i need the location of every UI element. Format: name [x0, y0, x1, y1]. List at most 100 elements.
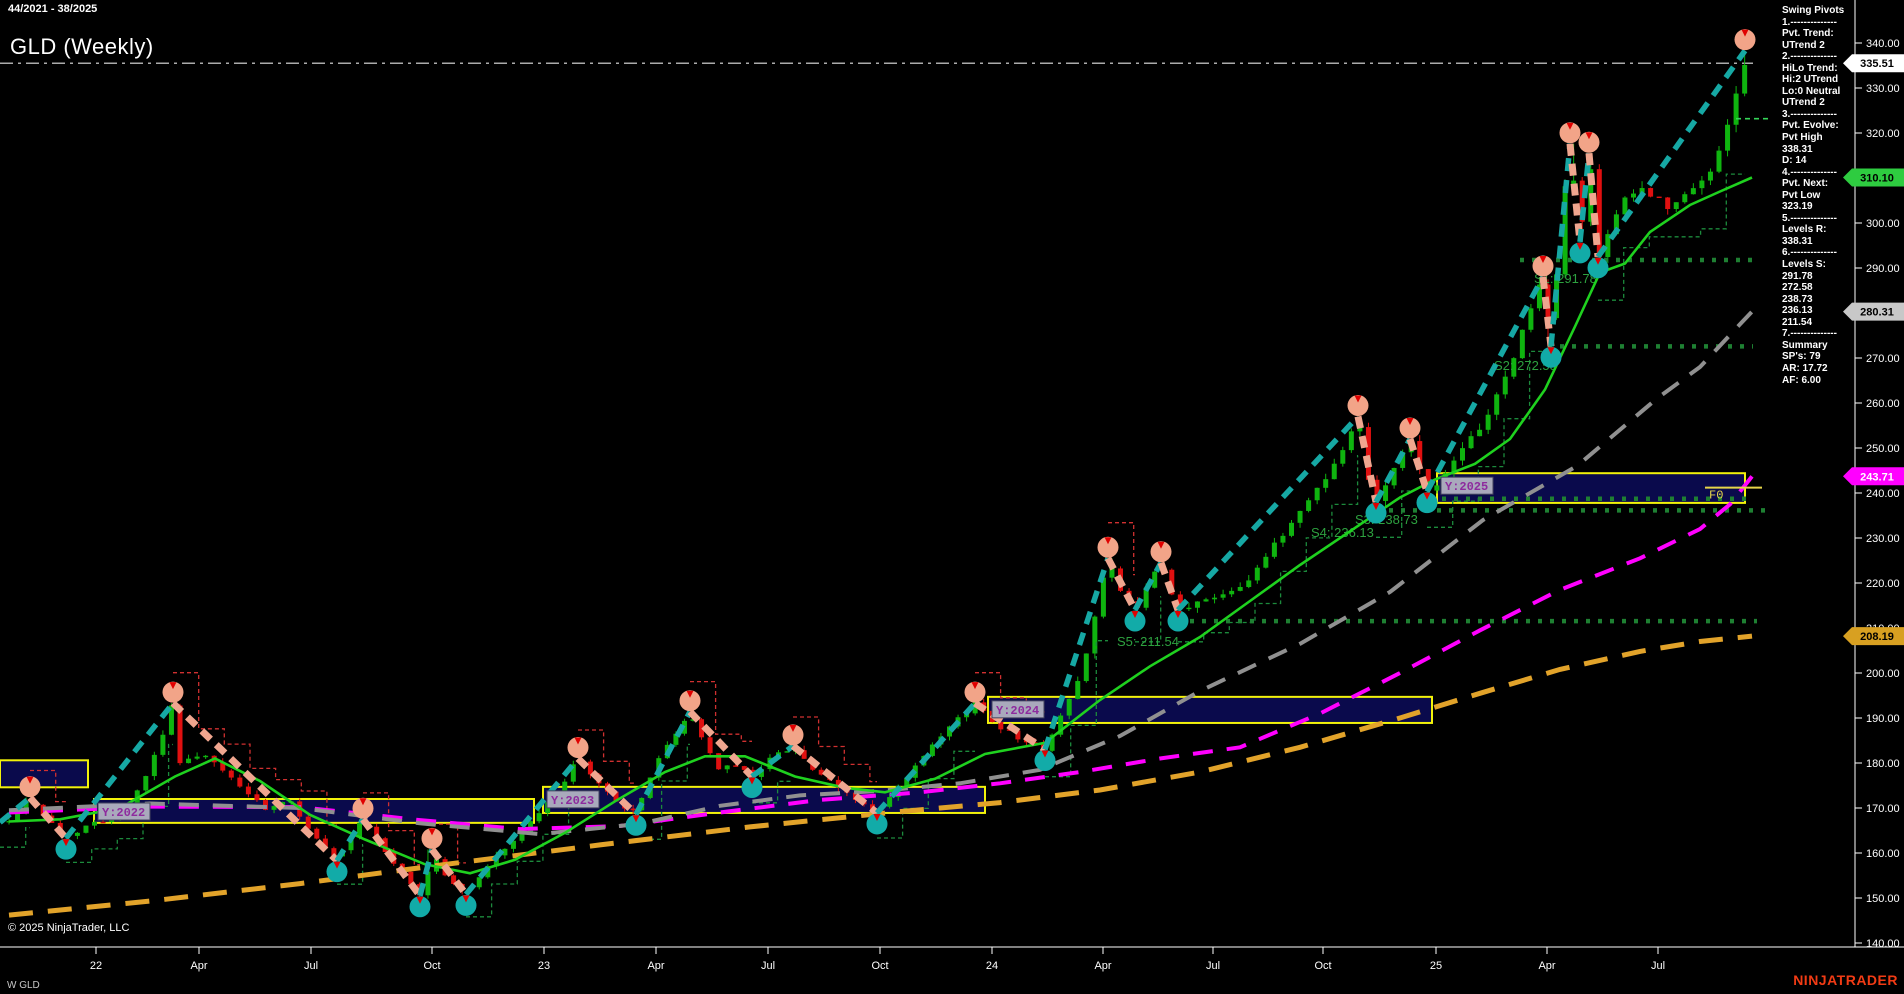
- swing-pivots-line: Pvt. Next:: [1782, 178, 1854, 190]
- candle-body: [357, 823, 362, 837]
- price-tag-value: 310.10: [1860, 173, 1894, 185]
- swing-pivots-line: 7.--------------: [1782, 328, 1854, 340]
- x-tick-label[interactable]: Oct: [423, 960, 440, 972]
- x-tick-label[interactable]: 25: [1430, 960, 1442, 972]
- x-tick-label[interactable]: Apr: [647, 960, 664, 972]
- candle-body: [1075, 681, 1080, 699]
- price-tag-value: 208.19: [1860, 631, 1894, 643]
- candle-body: [1289, 523, 1294, 536]
- x-tick-label[interactable]: Apr: [1094, 960, 1111, 972]
- x-tick-label[interactable]: Apr: [190, 960, 207, 972]
- swing-pivots-line: 1.--------------: [1782, 17, 1854, 29]
- candle-body: [1717, 151, 1722, 172]
- candle-body: [1195, 601, 1200, 607]
- y-tick-label[interactable]: 200.00: [1866, 668, 1900, 680]
- candle-body: [1494, 394, 1499, 414]
- candle-body: [1742, 65, 1747, 94]
- y-tick-label[interactable]: 260.00: [1866, 398, 1900, 410]
- y-tick-label[interactable]: 220.00: [1866, 578, 1900, 590]
- candle-body: [725, 765, 730, 769]
- x-tick-label[interactable]: 24: [986, 960, 998, 972]
- y-tick-label[interactable]: 320.00: [1866, 128, 1900, 140]
- x-tick-label[interactable]: Oct: [871, 960, 888, 972]
- candle-body: [1657, 197, 1662, 198]
- y-tick-label[interactable]: 140.00: [1866, 938, 1900, 950]
- instrument-label: W GLD: [7, 980, 40, 991]
- candle-body: [1366, 427, 1371, 480]
- swing-pivots-line: Levels S:: [1782, 259, 1854, 271]
- swing-pivots-line: 236.13: [1782, 305, 1854, 317]
- candle-body: [92, 822, 97, 826]
- y-tick-label[interactable]: 290.00: [1866, 263, 1900, 275]
- y-tick-label[interactable]: 250.00: [1866, 443, 1900, 455]
- candle-body: [1272, 543, 1277, 557]
- swing-pivots-line: 5.--------------: [1782, 213, 1854, 225]
- swing-pivots-line: SP's: 79: [1782, 351, 1854, 363]
- y-tick-label[interactable]: 340.00: [1866, 38, 1900, 50]
- swing-pivots-line: Swing Pivots: [1782, 5, 1854, 17]
- y-tick-label[interactable]: 240.00: [1866, 488, 1900, 500]
- x-tick-label[interactable]: Jul: [761, 960, 775, 972]
- swing-pivots-line: 238.73: [1782, 294, 1854, 306]
- y-tick-label[interactable]: 190.00: [1866, 713, 1900, 725]
- candle-body: [1221, 594, 1226, 597]
- x-tick-label[interactable]: Oct: [1314, 960, 1331, 972]
- candle-body: [1648, 188, 1653, 197]
- candle-body: [1229, 591, 1234, 594]
- y-tick-label[interactable]: 230.00: [1866, 533, 1900, 545]
- swing-down-line: [1108, 558, 1135, 610]
- x-tick-label[interactable]: Jul: [1206, 960, 1220, 972]
- y-tick-label[interactable]: 160.00: [1866, 848, 1900, 860]
- ninjatrader-chart-window: S1: 291.78S2: 272.58S3: 238.73S4: 236.13…: [0, 0, 1904, 994]
- swing-pivots-line: 211.54: [1782, 317, 1854, 329]
- y-tick-label[interactable]: 150.00: [1866, 893, 1900, 905]
- candle-body: [930, 745, 935, 756]
- swing-pivots-line: Pvt Low: [1782, 190, 1854, 202]
- candle-body: [1734, 94, 1739, 125]
- x-tick-label[interactable]: Apr: [1538, 960, 1555, 972]
- candle-body: [1699, 181, 1704, 189]
- candle-body: [1682, 194, 1687, 202]
- trail-stop-down: [793, 717, 877, 782]
- candle-body: [1246, 580, 1251, 587]
- candle-body: [1067, 699, 1072, 716]
- swing-down-line: [173, 703, 337, 861]
- y-tick-label[interactable]: 300.00: [1866, 218, 1900, 230]
- candle-body: [1349, 431, 1354, 450]
- candle-body: [1212, 598, 1217, 600]
- candle-body: [143, 776, 148, 790]
- year-label: Y:2023: [551, 794, 594, 808]
- year-label: Y:2022: [102, 806, 145, 820]
- swing-pivots-line: Summary: [1782, 340, 1854, 352]
- x-tick-label[interactable]: 22: [90, 960, 102, 972]
- swing-pivots-line: 4.--------------: [1782, 167, 1854, 179]
- swing-pivots-line: 272.58: [1782, 282, 1854, 294]
- candle-body: [1306, 500, 1311, 511]
- candle-body: [246, 787, 251, 795]
- year-label: Y:2024: [996, 704, 1039, 718]
- x-tick-label[interactable]: 23: [538, 960, 550, 972]
- candle-body: [708, 737, 713, 753]
- y-tick-label[interactable]: 180.00: [1866, 758, 1900, 770]
- y-tick-label[interactable]: 270.00: [1866, 353, 1900, 365]
- year-label: Y:2025: [1445, 480, 1488, 494]
- candle-body: [1340, 450, 1345, 464]
- swing-up-line: [1178, 417, 1358, 611]
- swing-pivots-panel: Swing Pivots1.--------------Pvt. Trend:U…: [1782, 5, 1854, 386]
- candle-body: [178, 705, 183, 763]
- fast-ma-line: [9, 178, 1752, 874]
- swing-pivots-line: HiLo Trend:: [1782, 63, 1854, 75]
- brand-logo: NINJATRADER: [1793, 972, 1898, 988]
- swing-down-line: [1570, 144, 1580, 242]
- candle-body: [1503, 377, 1508, 395]
- candle-body: [101, 822, 106, 823]
- price-chart-canvas[interactable]: S1: 291.78S2: 272.58S3: 238.73S4: 236.13…: [0, 0, 1904, 994]
- long-term-ma-line: [9, 636, 1752, 915]
- x-tick-label[interactable]: Jul: [304, 960, 318, 972]
- candle-body: [1477, 430, 1482, 436]
- y-tick-label[interactable]: 330.00: [1866, 83, 1900, 95]
- y-tick-label[interactable]: 170.00: [1866, 803, 1900, 815]
- swing-up-line: [1427, 277, 1543, 492]
- candle-body: [237, 778, 242, 787]
- x-tick-label[interactable]: Jul: [1651, 960, 1665, 972]
